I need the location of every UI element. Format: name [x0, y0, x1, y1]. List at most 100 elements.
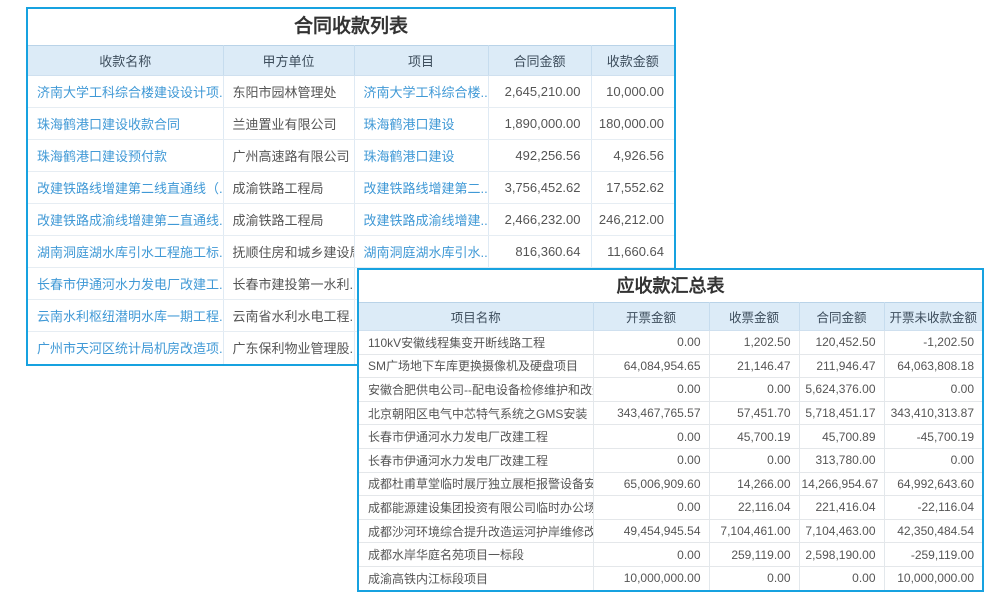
table-cell: 成渝铁路工程局 — [223, 172, 354, 204]
table-cell: 120,452.50 — [799, 331, 884, 355]
cell-link[interactable]: 长春市伊通河水力发电厂改建工... — [28, 268, 223, 300]
table-cell: 11,660.64 — [591, 236, 674, 268]
cell-link[interactable]: 珠海鹤港口建设收款合同 — [28, 108, 223, 140]
column-header: 甲方单位 — [223, 46, 354, 76]
table-row: 成都杜甫草堂临时展厅独立展柜报警设备安装...65,006,909.6014,2… — [359, 472, 982, 496]
table-cell: 492,256.56 — [488, 140, 591, 172]
table-cell: 安徽合肥供电公司--配电设备检修维护和改造 — [359, 378, 593, 402]
cell-link[interactable]: 珠海鹤港口建设 — [354, 140, 488, 172]
cell-link[interactable]: 湖南洞庭湖水库引水... — [354, 236, 488, 268]
table-cell: 长春市伊通河水力发电厂改建工程 — [359, 448, 593, 472]
column-header: 收票金额 — [709, 303, 799, 331]
table-cell: 0.00 — [593, 378, 709, 402]
cell-link[interactable]: 济南大学工科综合楼建设设计项... — [28, 76, 223, 108]
cell-link[interactable]: 云南水利枢纽潜明水库一期工程... — [28, 300, 223, 332]
table-cell: 1,202.50 — [709, 331, 799, 355]
table-cell: 49,454,945.54 — [593, 519, 709, 543]
column-header: 合同金额 — [799, 303, 884, 331]
table-row: 成都水岸华庭名苑项目一标段0.00259,119.002,598,190.00-… — [359, 543, 982, 567]
table-cell: 0.00 — [593, 496, 709, 520]
table-cell: 北京朝阳区电气中芯特气系统之GMS安装 — [359, 401, 593, 425]
cell-link[interactable]: 改建铁路成渝线增建第二直通线... — [28, 204, 223, 236]
table-cell: 22,116.04 — [709, 496, 799, 520]
table-cell: 3,756,452.62 — [488, 172, 591, 204]
table-cell: -259,119.00 — [884, 543, 982, 567]
column-header: 项目 — [354, 46, 488, 76]
table-row: 北京朝阳区电气中芯特气系统之GMS安装343,467,765.5757,451.… — [359, 401, 982, 425]
table-row: 湖南洞庭湖水库引水工程施工标...抚顺住房和城乡建设局湖南洞庭湖水库引水...8… — [28, 236, 674, 268]
table-cell: 成都水岸华庭名苑项目一标段 — [359, 543, 593, 567]
table-cell: 211,946.47 — [799, 354, 884, 378]
table-row: 长春市伊通河水力发电厂改建工程0.000.00313,780.000.00 — [359, 448, 982, 472]
table-cell: 长春市建投第一水利... — [223, 268, 354, 300]
table-cell: 2,645,210.00 — [488, 76, 591, 108]
table-cell: 10,000,000.00 — [884, 566, 982, 590]
table-cell: SM广场地下车库更换摄像机及硬盘项目 — [359, 354, 593, 378]
table-cell: 14,266,954.67 — [799, 472, 884, 496]
table-row: 安徽合肥供电公司--配电设备检修维护和改造0.000.005,624,376.0… — [359, 378, 982, 402]
table-cell: 2,598,190.00 — [799, 543, 884, 567]
table-cell: 221,416.04 — [799, 496, 884, 520]
table-cell: 45,700.89 — [799, 425, 884, 449]
table-cell: 816,360.64 — [488, 236, 591, 268]
table-cell: 64,063,808.18 — [884, 354, 982, 378]
table-cell: -1,202.50 — [884, 331, 982, 355]
table-cell: 246,212.00 — [591, 204, 674, 236]
cell-link[interactable]: 济南大学工科综合楼... — [354, 76, 488, 108]
cell-link[interactable]: 珠海鹤港口建设预付款 — [28, 140, 223, 172]
table-row: 济南大学工科综合楼建设设计项...东阳市园林管理处济南大学工科综合楼...2,6… — [28, 76, 674, 108]
column-header: 项目名称 — [359, 303, 593, 331]
table-row: 改建铁路线增建第二线直通线（...成渝铁路工程局改建铁路线增建第二...3,75… — [28, 172, 674, 204]
cell-link[interactable]: 改建铁路成渝线增建... — [354, 204, 488, 236]
cell-link[interactable]: 改建铁路线增建第二... — [354, 172, 488, 204]
table-row: 成都沙河环境综合提升改造运河护岸维修改造49,454,945.547,104,4… — [359, 519, 982, 543]
table-cell: 4,926.56 — [591, 140, 674, 172]
table-row: 110kV安徽线程集变开断线路工程0.001,202.50120,452.50-… — [359, 331, 982, 355]
table-cell: 180,000.00 — [591, 108, 674, 140]
table-cell: 0.00 — [709, 448, 799, 472]
table-cell: -22,116.04 — [884, 496, 982, 520]
receivables-summary-table-header: 项目名称开票金额收票金额合同金额开票未收款金额 — [359, 303, 982, 331]
table-cell: 0.00 — [709, 378, 799, 402]
table-cell: 313,780.00 — [799, 448, 884, 472]
table-cell: 64,084,954.65 — [593, 354, 709, 378]
header-row: 收款名称甲方单位项目合同金额收款金额 — [28, 46, 674, 76]
table-cell: -45,700.19 — [884, 425, 982, 449]
cell-link[interactable]: 改建铁路线增建第二线直通线（... — [28, 172, 223, 204]
contract-receipts-table-header: 收款名称甲方单位项目合同金额收款金额 — [28, 46, 674, 76]
table-cell: 64,992,643.60 — [884, 472, 982, 496]
table-cell: 1,890,000.00 — [488, 108, 591, 140]
table-cell: 0.00 — [799, 566, 884, 590]
table-row: 珠海鹤港口建设预付款广州高速路有限公司珠海鹤港口建设492,256.564,92… — [28, 140, 674, 172]
column-header: 开票未收款金额 — [884, 303, 982, 331]
table-cell: 成渝铁路工程局 — [223, 204, 354, 236]
table-cell: 成都杜甫草堂临时展厅独立展柜报警设备安装... — [359, 472, 593, 496]
table-cell: 0.00 — [593, 543, 709, 567]
table-cell: 5,624,376.00 — [799, 378, 884, 402]
table-cell: 259,119.00 — [709, 543, 799, 567]
contract-receipts-table-title: 合同收款列表 — [28, 9, 674, 45]
table-cell: 10,000.00 — [591, 76, 674, 108]
table-cell: 14,266.00 — [709, 472, 799, 496]
table-cell: 7,104,461.00 — [709, 519, 799, 543]
receivables-summary-table: 项目名称开票金额收票金额合同金额开票未收款金额 110kV安徽线程集变开断线路工… — [359, 302, 982, 590]
table-cell: 东阳市园林管理处 — [223, 76, 354, 108]
cell-link[interactable]: 珠海鹤港口建设 — [354, 108, 488, 140]
cell-link[interactable]: 广州市天河区统计局机房改造项... — [28, 332, 223, 364]
table-cell: 110kV安徽线程集变开断线路工程 — [359, 331, 593, 355]
table-cell: 0.00 — [884, 448, 982, 472]
receivables-summary-table-body: 110kV安徽线程集变开断线路工程0.001,202.50120,452.50-… — [359, 331, 982, 591]
header-row: 项目名称开票金额收票金额合同金额开票未收款金额 — [359, 303, 982, 331]
table-cell: 0.00 — [593, 331, 709, 355]
table-cell: 长春市伊通河水力发电厂改建工程 — [359, 425, 593, 449]
table-row: SM广场地下车库更换摄像机及硬盘项目64,084,954.6521,146.47… — [359, 354, 982, 378]
cell-link[interactable]: 湖南洞庭湖水库引水工程施工标... — [28, 236, 223, 268]
table-cell: 广州高速路有限公司 — [223, 140, 354, 172]
table-row: 成都能源建设集团投资有限公司临时办公场所...0.0022,116.04221,… — [359, 496, 982, 520]
table-cell: 云南省水利水电工程... — [223, 300, 354, 332]
table-cell: 45,700.19 — [709, 425, 799, 449]
table-cell: 57,451.70 — [709, 401, 799, 425]
table-cell: 343,467,765.57 — [593, 401, 709, 425]
table-cell: 0.00 — [593, 425, 709, 449]
table-cell: 42,350,484.54 — [884, 519, 982, 543]
